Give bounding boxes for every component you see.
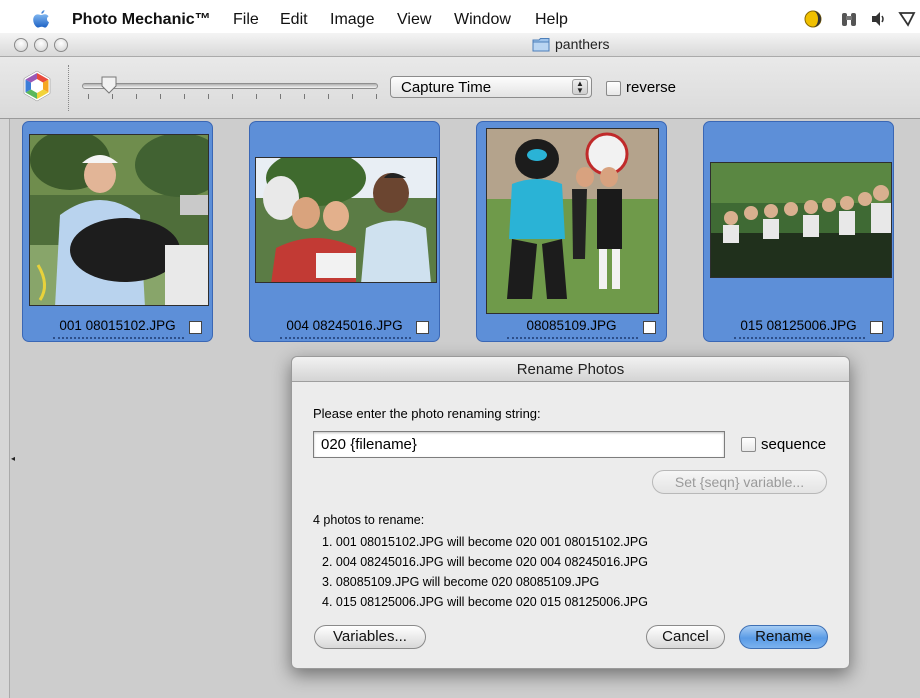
slider-thumb[interactable] (101, 76, 117, 94)
thumbnail-tag-checkbox[interactable] (189, 321, 202, 334)
minimize-window-button[interactable] (34, 38, 48, 52)
set-seqn-variable-button[interactable]: Set {seqn} variable... (652, 470, 827, 494)
photo-thumbnail-crowd[interactable] (710, 162, 892, 278)
sequence-checkbox[interactable] (741, 437, 756, 452)
folder-icon (532, 37, 550, 51)
thumbnail-filename: 015 08125006.JPG (740, 318, 857, 333)
photo-thumbnail-fans[interactable] (255, 157, 437, 283)
menu-edit[interactable]: Edit (280, 11, 308, 29)
close-window-button[interactable] (14, 38, 28, 52)
menu-app-name[interactable]: Photo Mechanic™ (72, 11, 211, 29)
thumbnail-tag-checkbox[interactable] (643, 321, 656, 334)
thumbnail-tag-checkbox[interactable] (416, 321, 429, 334)
window-title-group: panthers (532, 36, 609, 52)
variables-button[interactable]: Variables... (314, 625, 426, 649)
sidebar-toggle-icon[interactable]: ◂ (11, 454, 15, 463)
thumbnail-rating-dots (734, 337, 865, 339)
thumbnail-rating-dots (53, 337, 184, 339)
sequence-label: sequence (761, 436, 827, 453)
thumbnail-cell[interactable]: 004 08245016.JPG (249, 121, 440, 342)
thumbnail-cell[interactable]: 001 08015102.JPG (22, 121, 213, 342)
photo-thumbnail-golfer[interactable] (29, 134, 209, 306)
rename-photos-dialog: Rename Photos Please enter the photo ren… (291, 356, 850, 669)
toolbar: Capture Time ▲ ▼ reverse (0, 57, 920, 119)
sidebar-edge[interactable] (0, 119, 10, 698)
updown-arrows-icon: ▲ ▼ (572, 79, 588, 95)
photo-thumbnail-mascot[interactable] (486, 128, 659, 314)
menu-help[interactable]: Help (535, 11, 568, 29)
list-item: 3. 08085109.JPG will become 020 08085109… (322, 575, 600, 589)
menu-image[interactable]: Image (330, 11, 374, 29)
cancel-button[interactable]: Cancel (646, 625, 725, 649)
rename-string-input[interactable] (313, 431, 725, 458)
thumbnail-filename: 004 08245016.JPG (286, 318, 403, 333)
toolbar-separator (68, 65, 69, 111)
menu-file[interactable]: File (233, 11, 259, 29)
slider-ticks (88, 94, 378, 100)
window-titlebar: panthers (0, 33, 920, 57)
thumbnail-cell[interactable]: 015 08125006.JPG (703, 121, 894, 342)
thumbnail-filename: 001 08015102.JPG (59, 318, 176, 333)
thumbnail-rating-dots (507, 337, 638, 339)
thumbnail-tag-checkbox[interactable] (870, 321, 883, 334)
apple-logo-icon[interactable] (32, 9, 50, 29)
flag-icon[interactable] (898, 10, 918, 28)
thumbnail-cell[interactable]: 08085109.JPG (476, 121, 667, 342)
menu-window[interactable]: Window (454, 11, 511, 29)
list-item: 1. 001 08015102.JPG will become 020 001 … (322, 535, 648, 549)
rename-button[interactable]: Rename (739, 625, 828, 649)
list-item: 2. 004 08245016.JPG will become 020 004 … (322, 555, 648, 569)
rename-preview-list: 1. 001 08015102.JPG will become 020 001 … (322, 532, 648, 612)
thumbnail-size-slider[interactable] (82, 83, 378, 89)
binoculars-icon[interactable] (840, 10, 858, 28)
photo-mechanic-logo-icon[interactable] (20, 69, 54, 103)
moon-icon[interactable] (804, 10, 822, 28)
sort-order-value: Capture Time (401, 79, 492, 96)
volume-icon[interactable] (870, 10, 888, 28)
list-item: 4. 015 08125006.JPG will become 020 015 … (322, 595, 648, 609)
photo-count-label: 4 photos to rename: (313, 513, 425, 527)
window-title: panthers (555, 36, 610, 52)
sort-order-select[interactable]: Capture Time ▲ ▼ (390, 76, 592, 98)
zoom-window-button[interactable] (54, 38, 68, 52)
reverse-checkbox[interactable] (606, 81, 621, 96)
rename-prompt-label: Please enter the photo renaming string: (313, 406, 541, 421)
thumbnail-rating-dots (280, 337, 411, 339)
reverse-label: reverse (626, 79, 677, 96)
dialog-title: Rename Photos (292, 357, 849, 382)
menu-view[interactable]: View (397, 11, 431, 29)
thumbnail-filename: 08085109.JPG (526, 318, 617, 333)
